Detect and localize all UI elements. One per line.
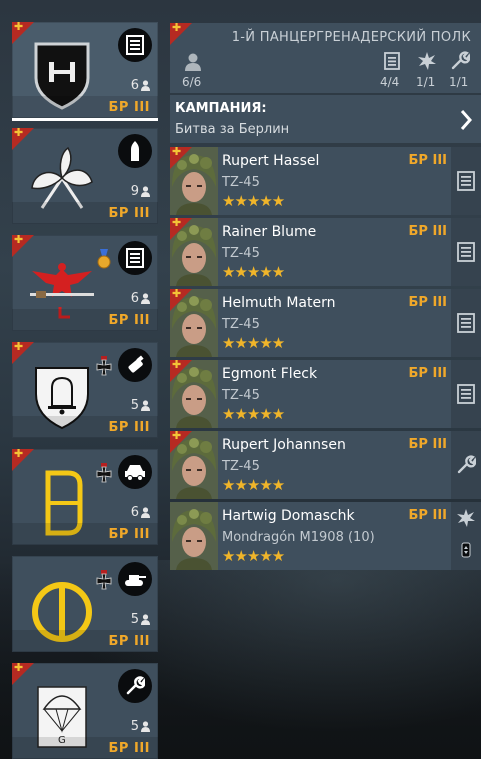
soldier-count: 6/6 [182, 75, 202, 89]
soldier-name: Hartwig Domaschk [222, 508, 355, 524]
soldier-name: Helmuth Matern [222, 295, 336, 311]
rating-stars: ★★★★★ [222, 192, 285, 210]
iron-cross-icon [96, 356, 112, 376]
battle-rating: БР III [408, 224, 447, 239]
list-icon [456, 313, 476, 333]
battle-rating: БР III [108, 741, 150, 756]
battle-rating: БР III [108, 634, 150, 649]
soldier-weapon: TZ-45 [222, 459, 260, 474]
plus-icon: ✚ [172, 21, 182, 34]
battle-rating: БР III [108, 420, 150, 435]
iron-cross-icon [96, 463, 112, 483]
squad-header: ✚ 1-Й ПАНЦЕРГРЕНАДЕРСКИЙ ПОЛК 6/6 4/4 1/… [170, 21, 481, 93]
soldier-weapon: TZ-45 [222, 317, 260, 332]
soldier-row[interactable]: Hartwig Domaschk Mondragón M1908 (10) ★★… [170, 502, 481, 570]
rating-stars: ★★★★★ [222, 334, 285, 352]
person-icon [141, 507, 150, 518]
gold-medal-icon [97, 249, 111, 269]
person-icon [141, 400, 150, 411]
squad-size: 6 [131, 78, 150, 93]
explosion-icon [418, 52, 436, 70]
battle-rating: БР III [108, 100, 150, 115]
tank-icon [118, 562, 152, 596]
battle-rating: БР III [108, 313, 150, 328]
squad-size: 9 [131, 184, 150, 199]
wrench-icon [456, 455, 477, 475]
bullet-icon [118, 134, 152, 168]
battle-rating: БР III [408, 508, 447, 523]
soldier-row[interactable]: ✚ Rupert Hassel TZ-45 ★★★★★ БР III [170, 145, 481, 215]
person-icon [141, 614, 150, 625]
list-icon [118, 241, 152, 275]
campaign-name: Битва за Берлин [175, 122, 290, 137]
soldier-icon [185, 53, 201, 71]
plus-icon: ✚ [172, 429, 182, 442]
plus-icon: ✚ [172, 145, 182, 158]
campaign-label: КАМПАНИЯ: [175, 101, 267, 116]
list-icon [456, 242, 476, 262]
soldier-name: Rainer Blume [222, 224, 317, 240]
squad-size: 5 [131, 612, 150, 627]
vehicle-icon [118, 455, 152, 489]
plus-icon: ✚ [172, 216, 182, 229]
soldier-portrait [170, 502, 218, 570]
squad-card-7[interactable]: ✚ G 5 БР III [12, 662, 158, 759]
list-icon [118, 28, 152, 62]
squad-card-5[interactable]: ✚ 6 БР III [12, 448, 158, 545]
list-icon [456, 171, 476, 191]
soldier-weapon: Mondragón M1908 (10) [222, 530, 375, 545]
soldier-name: Rupert Johannsen [222, 437, 346, 453]
person-icon [141, 721, 150, 732]
engineer-count: 1/1 [416, 75, 436, 89]
soldier-name: Rupert Hassel [222, 153, 320, 169]
rating-stars: ★★★★★ [222, 405, 285, 423]
squad-size: 5 [131, 719, 150, 734]
list-icon [384, 52, 400, 70]
person-icon [141, 293, 150, 304]
iron-cross-icon [96, 570, 112, 590]
squad-size: 6 [131, 505, 150, 520]
grenade-icon [118, 348, 152, 382]
soldier-weapon: TZ-45 [222, 175, 260, 190]
battle-rating: БР III [108, 527, 150, 542]
explosion-icon [456, 508, 476, 528]
battle-rating: БР III [108, 206, 150, 221]
rating-stars: ★★★★★ [222, 263, 285, 281]
plus-icon: ✚ [172, 358, 182, 371]
battle-rating: БР III [408, 153, 447, 168]
wrench-icon [118, 669, 152, 703]
list-icon [456, 384, 476, 404]
rifleman-count: 4/4 [380, 75, 400, 89]
squad-title: 1-Й ПАНЦЕРГРЕНАДЕРСКИЙ ПОЛК [231, 30, 471, 45]
soldier-row[interactable]: ✚ Helmuth Matern TZ-45 ★★★★★ БР III [170, 287, 481, 357]
person-icon [141, 80, 150, 91]
rating-stars: ★★★★★ [222, 476, 285, 494]
squad-card-2[interactable]: ✚ 9 БР III [12, 127, 158, 224]
soldier-weapon: TZ-45 [222, 388, 260, 403]
battle-rating: БР III [408, 437, 447, 452]
chevron-right-icon [460, 110, 473, 130]
person-icon [141, 186, 150, 197]
rating-stars: ★★★★★ [222, 547, 285, 565]
ammo-icon [456, 540, 476, 560]
squad-size: 5 [131, 398, 150, 413]
squad-card-3[interactable]: ✚ 6 БР III [12, 234, 158, 331]
mechanic-count: 1/1 [449, 75, 469, 89]
squad-card-4[interactable]: ✚ 5 БР III [12, 341, 158, 438]
soldier-name: Egmont Fleck [222, 366, 318, 382]
soldier-row[interactable]: ✚ Rupert Johannsen TZ-45 ★★★★★ БР III [170, 429, 481, 499]
soldier-row[interactable]: ✚ Rainer Blume TZ-45 ★★★★★ БР III [170, 216, 481, 286]
selected-indicator [12, 118, 158, 121]
campaign-selector[interactable]: КАМПАНИЯ: Битва за Берлин [170, 95, 481, 143]
soldier-row[interactable]: ✚ Egmont Fleck TZ-45 ★★★★★ БР III [170, 358, 481, 428]
plus-icon: ✚ [172, 287, 182, 300]
squad-card-6[interactable]: 5 БР III [12, 556, 158, 652]
squad-size: 6 [131, 291, 150, 306]
squad-card-1[interactable]: ✚ 6 БР III [12, 21, 158, 118]
battle-rating: БР III [408, 295, 447, 310]
soldier-weapon: TZ-45 [222, 246, 260, 261]
wrench-icon [451, 51, 470, 70]
battle-rating: БР III [408, 366, 447, 381]
